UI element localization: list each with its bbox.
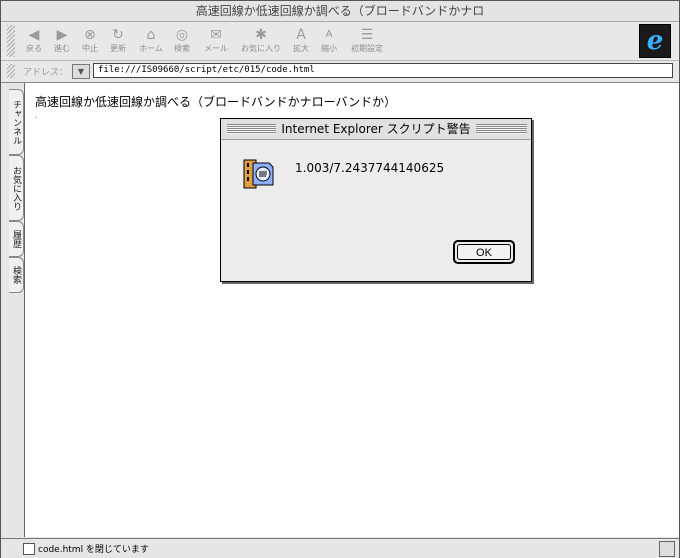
- mail-icon: ✉: [210, 27, 222, 43]
- page-heading: 高速回線か低速回線か調べる（ブロードバンドかナローバンドか）: [35, 95, 397, 109]
- page-status-icon: [23, 543, 35, 555]
- toolbar-button-preferences[interactable]: ☰ 初期設定: [346, 26, 388, 58]
- address-history-dropdown[interactable]: ▼: [72, 64, 90, 79]
- script-document-icon: [243, 159, 274, 189]
- sidetab-favorites[interactable]: お気に入り: [9, 155, 24, 221]
- forward-arrow-icon: ▶: [56, 27, 68, 43]
- toolbar-button-search[interactable]: ◎ 検索: [167, 26, 197, 58]
- dialog-title-bar[interactable]: Internet Explorer スクリプト警告: [221, 119, 531, 140]
- preferences-icon: ☰: [360, 27, 374, 43]
- resize-grip[interactable]: [659, 541, 675, 557]
- text-caret: .: [35, 111, 38, 120]
- sidetab-history[interactable]: 履歴: [9, 221, 24, 257]
- dialog-message: 1.003/7.2437744140625: [295, 161, 445, 175]
- address-input[interactable]: file:///IS09660/script/etc/015/code.html: [93, 63, 673, 78]
- toolbar-button-label: 更新: [110, 44, 126, 53]
- window-title-bar[interactable]: 高速回線か低速回線か調べる（ブロードバンドかナロ: [1, 1, 679, 22]
- toolbar-button-refresh[interactable]: ↻ 更新: [105, 26, 131, 58]
- address-label: アドレス：: [23, 68, 69, 78]
- toolbar-button-text-smaller[interactable]: A 縮小: [315, 26, 343, 58]
- toolbar-button-mail[interactable]: ✉ メール: [199, 26, 233, 58]
- toolbar-button-stop[interactable]: ⊗ 中止: [77, 26, 103, 58]
- dialog-title: Internet Explorer スクリプト警告: [276, 119, 476, 139]
- toolbar: ◀ 戻る ▶ 進む ⊗ 中止 ↻ 更新 ⌂ ホーム ◎ 検索 ✉ メール ✱ お気に入り A 拡大 A 縮小 ☰ 初期設定…: [1, 22, 679, 61]
- status-text: code.html を閉じています: [38, 545, 149, 555]
- toolbar-button-text-larger[interactable]: A 拡大: [287, 26, 315, 58]
- explorer-bar-tabs: チャンネル お気に入り 履歴 検索: [1, 83, 25, 537]
- sidetab-search[interactable]: 検索: [9, 257, 24, 293]
- ie-logo-icon: e: [639, 24, 671, 58]
- search-icon: ◎: [175, 27, 189, 43]
- ok-button[interactable]: OK: [453, 240, 515, 264]
- toolbar-button-forward-arrow[interactable]: ▶ 進む: [49, 26, 75, 58]
- toolbar-button-label: 初期設定: [351, 44, 383, 53]
- home-icon: ⌂: [146, 27, 156, 43]
- toolbar-button-label: 縮小: [321, 44, 337, 53]
- refresh-icon: ↻: [112, 27, 124, 43]
- script-alert-dialog: Internet Explorer スクリプト警告 1.003/7.243774…: [220, 118, 532, 282]
- toolbar-button-label: メール: [204, 44, 228, 53]
- toolbar-button-favorites[interactable]: ✱ お気に入り: [237, 26, 285, 58]
- toolbar-button-home[interactable]: ⌂ ホーム: [136, 26, 166, 58]
- window-title: 高速回線か低速回線か調べる（ブロードバンドかナロ: [195, 4, 485, 18]
- toolbar-grip[interactable]: [7, 25, 15, 57]
- toolbar-button-label: ホーム: [139, 44, 163, 53]
- toolbar-button-label: 検索: [174, 44, 190, 53]
- text-smaller-icon: A: [325, 29, 333, 40]
- stop-icon: ⊗: [84, 27, 96, 43]
- toolbar-button-label: お気に入り: [241, 44, 281, 53]
- toolbar-button-label: 中止: [82, 44, 98, 53]
- favorites-icon: ✱: [255, 27, 267, 43]
- address-grip[interactable]: [7, 64, 15, 78]
- back-arrow-icon: ◀: [28, 27, 40, 43]
- status-bar: code.html を閉じています: [1, 538, 679, 558]
- text-larger-icon: A: [296, 27, 306, 43]
- toolbar-button-label: 戻る: [26, 44, 42, 53]
- toolbar-button-back-arrow[interactable]: ◀ 戻る: [21, 26, 47, 58]
- chevron-down-icon: ▼: [77, 67, 85, 76]
- toolbar-button-label: 進む: [54, 44, 70, 53]
- sidetab-channels[interactable]: チャンネル: [9, 89, 24, 155]
- address-bar: アドレス： ▼ file:///IS09660/script/etc/015/c…: [1, 61, 679, 83]
- ok-button-label: OK: [457, 244, 511, 260]
- toolbar-button-label: 拡大: [293, 44, 309, 53]
